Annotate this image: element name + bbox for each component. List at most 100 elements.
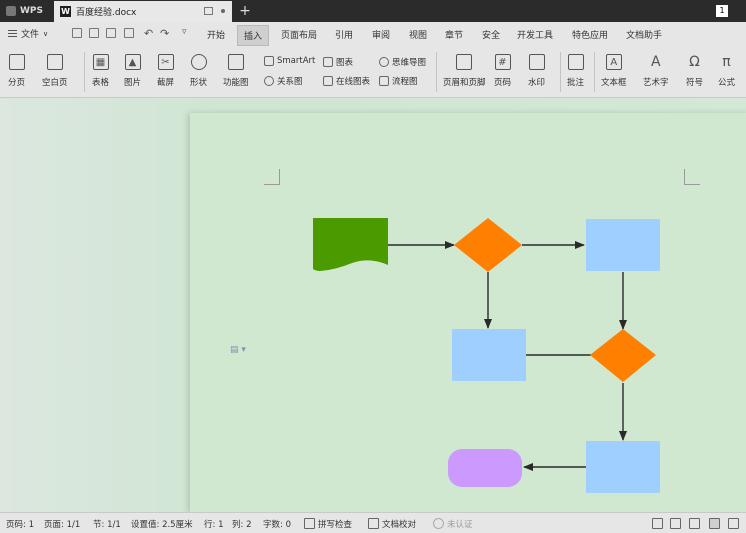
tab-developer[interactable]: 开发工具	[517, 28, 553, 41]
document-tab[interactable]: W 百度经验.docx	[54, 1, 232, 22]
page-break-button[interactable]: 分页	[8, 54, 25, 88]
status-page-number[interactable]: 页码: 1	[6, 518, 34, 530]
file-menu[interactable]: 文件 ∨	[8, 27, 48, 40]
flowchart-button[interactable]: 流程图	[379, 75, 418, 87]
status-bar: 页码: 1 页面: 1/1 节: 1/1 设置值: 2.5厘米 行: 1 列: …	[0, 512, 746, 533]
mindmap-label: 思维导图	[392, 58, 427, 68]
proofread-icon[interactable]	[368, 518, 379, 529]
print-icon[interactable]	[106, 28, 116, 38]
spellcheck-icon[interactable]	[304, 518, 315, 529]
page-number-icon: #	[494, 54, 511, 70]
mindmap-button[interactable]: 思维导图	[379, 56, 426, 68]
status-section[interactable]: 节: 1/1	[93, 518, 121, 530]
ribbon-divider	[594, 52, 595, 92]
wps-home-tab[interactable]: WPS	[0, 0, 52, 22]
spellcheck-button[interactable]: 拼写检查	[318, 518, 352, 530]
decision-diamond[interactable]	[454, 218, 522, 272]
decision-diamond[interactable]	[590, 329, 656, 382]
monitor-icon[interactable]	[204, 7, 213, 15]
screenshot-button[interactable]: ✂ 截屏	[157, 54, 174, 88]
tab-chapter[interactable]: 章节	[445, 28, 463, 41]
print-preview-icon[interactable]	[124, 28, 134, 38]
proofread-button[interactable]: 文档校对	[382, 518, 416, 530]
page-view-icon[interactable]	[709, 518, 720, 529]
web-view-icon[interactable]	[728, 518, 739, 529]
picture-button[interactable]: ▲ 图片	[124, 54, 141, 88]
shape-button[interactable]: 形状	[190, 54, 207, 88]
blank-page-icon	[46, 54, 63, 70]
pen-icon[interactable]	[689, 518, 700, 529]
tab-home[interactable]: 开始	[207, 28, 225, 41]
status-setting-value[interactable]: 设置值: 2.5厘米	[131, 518, 193, 530]
window-count-badge[interactable]: 1	[716, 5, 728, 17]
tab-view[interactable]: 视图	[409, 28, 427, 41]
process-box[interactable]	[586, 219, 660, 271]
wordart-button[interactable]: A 艺术字	[643, 54, 669, 88]
process-box[interactable]	[452, 329, 526, 381]
header-footer-button[interactable]: 页眉和页脚	[443, 54, 486, 88]
export-pdf-icon[interactable]	[89, 28, 99, 38]
table-label: 表格	[92, 78, 110, 88]
tab-references[interactable]: 引用	[335, 28, 353, 41]
app-name: WPS	[20, 6, 44, 16]
formula-label: 公式	[718, 78, 736, 88]
chevron-down-icon: ∨	[43, 29, 49, 38]
table-button[interactable]: ▦ 表格	[92, 54, 109, 88]
reading-view-icon[interactable]	[670, 518, 681, 529]
header-footer-label: 页眉和页脚	[443, 78, 486, 88]
status-column[interactable]: 列: 2	[232, 518, 251, 530]
writer-doc-icon: W	[60, 6, 71, 17]
terminal-rounded-box[interactable]	[448, 449, 522, 487]
fullscreen-icon[interactable]	[652, 518, 663, 529]
page-number-label: 页码	[494, 78, 512, 88]
smartart-button[interactable]: SmartArt	[264, 56, 315, 66]
status-row[interactable]: 行: 1	[204, 518, 223, 530]
document-shape[interactable]	[313, 218, 388, 271]
symbol-button[interactable]: Ω 符号	[686, 54, 703, 88]
redo-icon[interactable]: ↷	[160, 27, 169, 40]
formula-button[interactable]: π 公式	[718, 54, 735, 88]
save-icon[interactable]	[72, 28, 82, 38]
omega-icon: Ω	[689, 54, 700, 70]
bar-chart-icon	[323, 57, 333, 67]
customize-toolbar-icon[interactable]: ▿	[182, 27, 187, 37]
tab-insert[interactable]: 插入	[237, 25, 270, 46]
page-number-button[interactable]: # 页码	[494, 54, 511, 88]
tab-security[interactable]: 安全	[482, 28, 500, 41]
function-chart-label: 功能图	[223, 78, 249, 88]
tab-special[interactable]: 特色应用	[572, 28, 608, 41]
blank-page-button[interactable]: 空白页	[42, 54, 68, 88]
online-chart-label: 在线图表	[336, 77, 371, 87]
status-pages[interactable]: 页面: 1/1	[44, 518, 80, 530]
new-tab-button[interactable]: +	[234, 1, 256, 22]
mindmap-icon	[379, 57, 389, 67]
flowchart-label: 流程图	[392, 77, 418, 87]
blank-page-label: 空白页	[42, 78, 68, 88]
tab-review[interactable]: 审阅	[372, 28, 390, 41]
unsaved-dot-icon[interactable]	[221, 9, 225, 13]
chart-button[interactable]: 图表	[323, 56, 353, 68]
picture-label: 图片	[124, 78, 142, 88]
file-menu-label: 文件	[21, 30, 40, 40]
tab-page-layout[interactable]: 页面布局	[281, 28, 317, 41]
ribbon-divider	[84, 52, 85, 92]
document-area[interactable]: ▤ ▾	[0, 99, 746, 513]
ribbon-divider	[560, 52, 561, 92]
status-word-count[interactable]: 字数: 0	[263, 518, 291, 530]
flowchart-canvas	[313, 218, 660, 493]
function-chart-button[interactable]: 功能图	[223, 54, 249, 88]
document-page[interactable]: ▤ ▾	[190, 113, 746, 513]
textbox-button[interactable]: A 文本框	[601, 54, 627, 88]
relation-chart-button[interactable]: 关系图	[264, 75, 303, 87]
flowchart-icon	[379, 76, 389, 86]
process-box[interactable]	[586, 441, 660, 493]
watermark-label: 水印	[528, 78, 546, 88]
watermark-button[interactable]: 水印	[528, 54, 545, 88]
wps-logo-icon	[6, 6, 16, 16]
tab-doc-assistant[interactable]: 文档助手	[626, 28, 662, 41]
page-break-label: 分页	[8, 78, 26, 88]
undo-icon[interactable]: ↶	[144, 27, 153, 40]
online-chart-button[interactable]: 在线图表	[323, 75, 370, 87]
comment-icon	[567, 54, 584, 70]
comment-button[interactable]: 批注	[567, 54, 584, 88]
